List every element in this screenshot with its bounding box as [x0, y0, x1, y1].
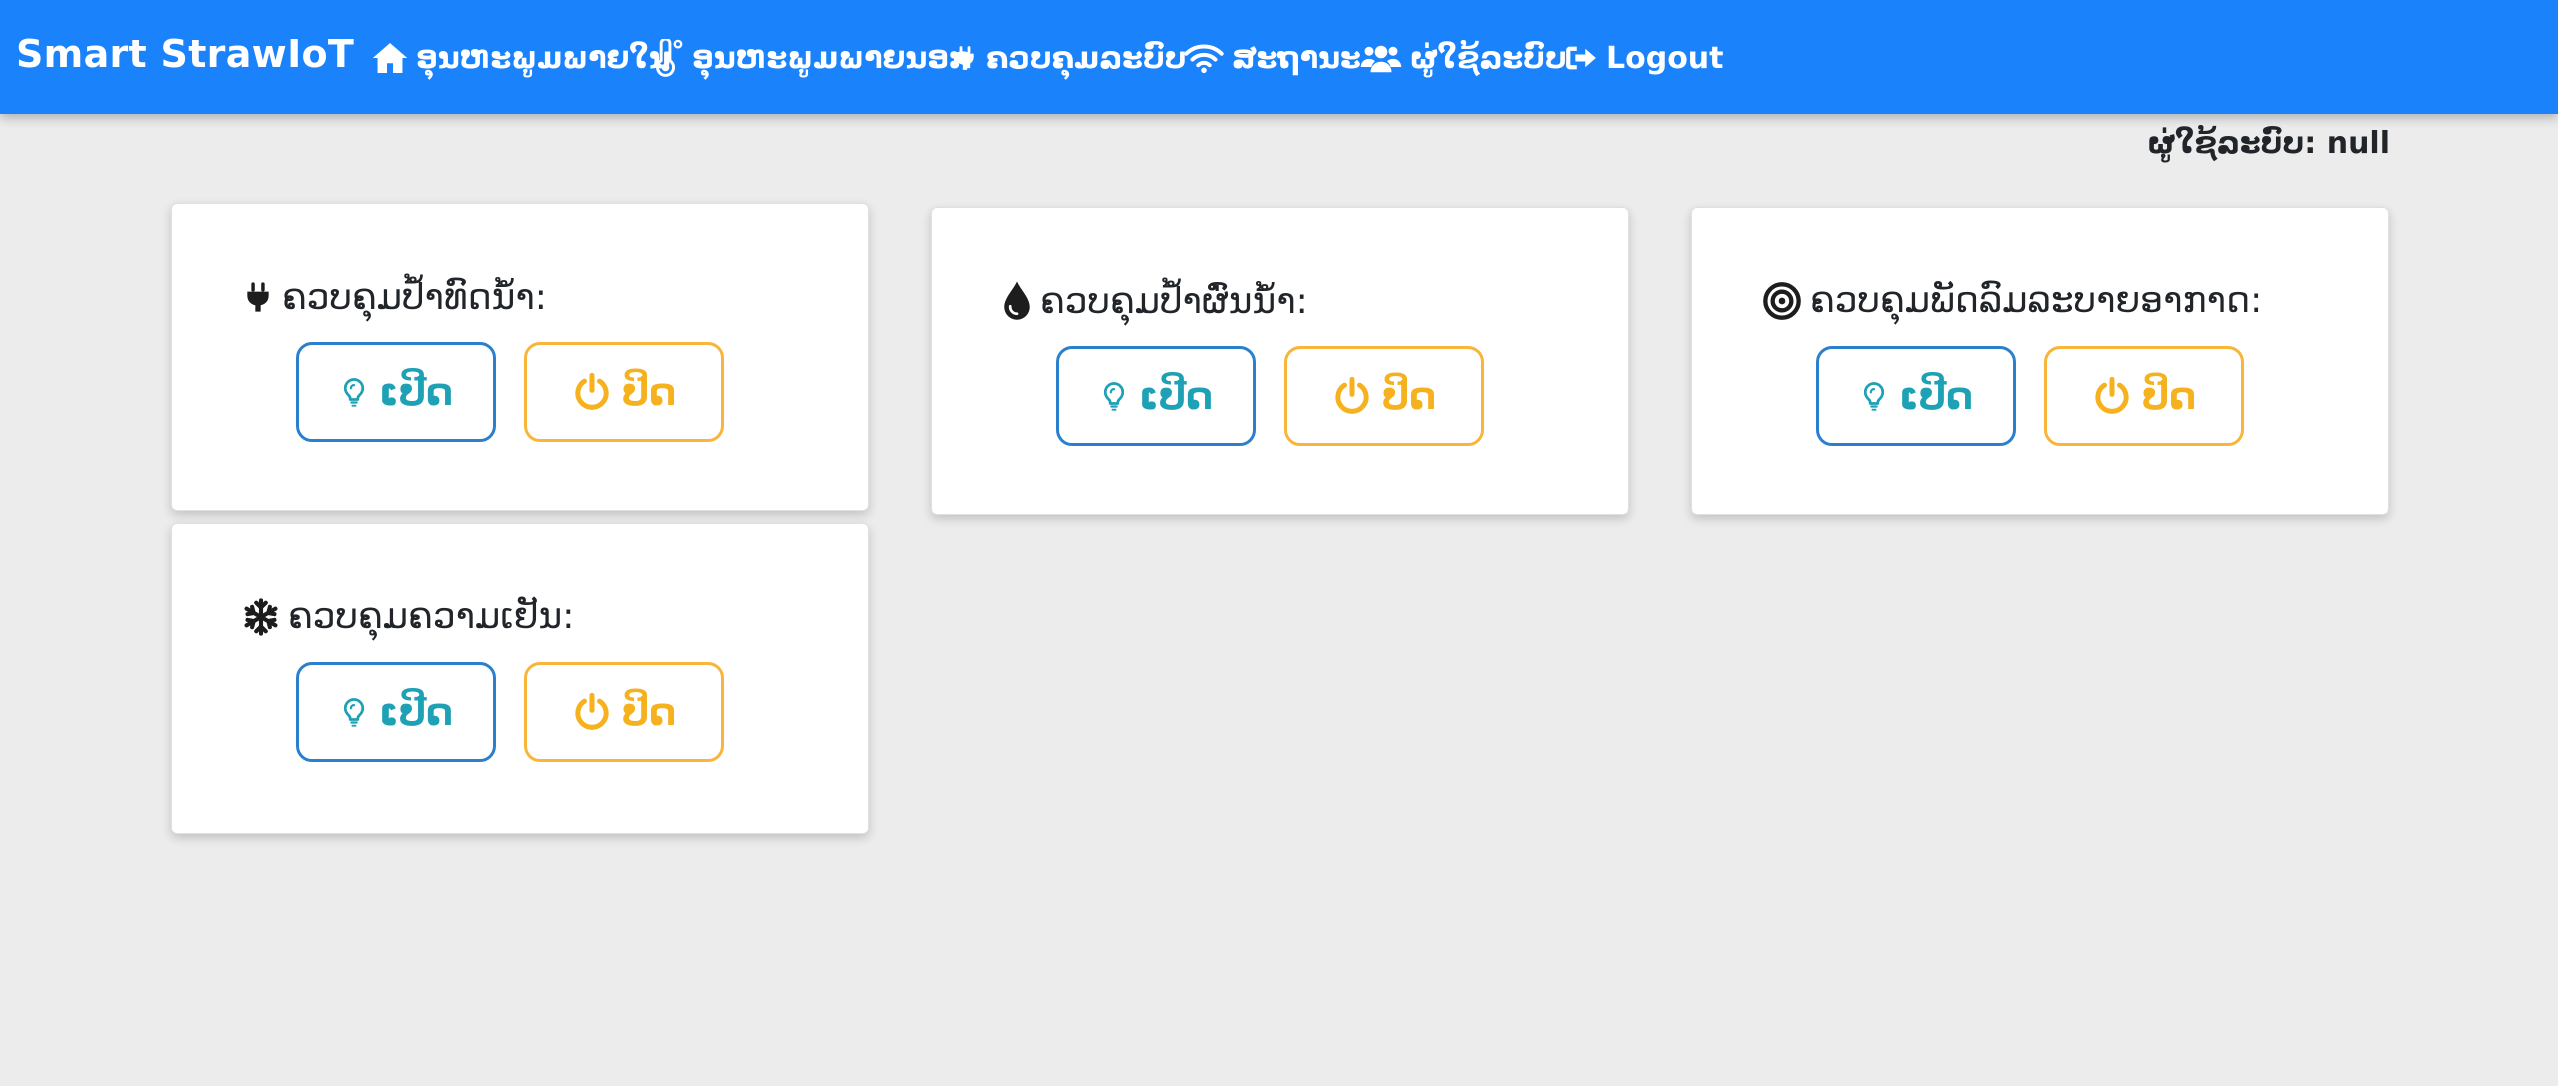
power-icon: [1332, 376, 1372, 416]
power-icon: [572, 692, 612, 732]
home-icon: [372, 43, 408, 73]
lightbulb-icon: [343, 698, 365, 728]
on-button[interactable]: ເປີດ: [1816, 346, 2016, 446]
on-button[interactable]: ເປີດ: [296, 662, 496, 762]
on-button[interactable]: ເປີດ: [1056, 346, 1256, 446]
control-card-cooling: ຄວບຄຸມຄວາມເຢັນ: ເປີດ ປິດ: [171, 523, 869, 834]
nav-item-users[interactable]: ຜູ່ໃຊ້ລະບົບ: [1360, 36, 1567, 80]
card-title-label: ຄວບຄຸມປ້ຳຜົ່ນນ້ຳ:: [1040, 280, 1308, 322]
card-title-label: ຄວບຄຸມຄວາມເຢັນ:: [288, 596, 575, 637]
lightbulb-icon: [343, 378, 365, 408]
nav-item-label: ສະຖານະ: [1232, 40, 1361, 76]
power-icon: [572, 372, 612, 412]
off-button-label: ປິດ: [1381, 374, 1437, 418]
control-card-sprinkler-pump: ຄວບຄຸມປ້ຳຜົ່ນນ້ຳ: ເປີດ ປິດ: [931, 207, 1629, 515]
on-button-label: ເປີດ: [378, 370, 454, 414]
off-button-label: ປິດ: [621, 370, 677, 414]
nav-item-status[interactable]: ສະຖານະ: [1184, 36, 1361, 80]
on-button-label: ເປີດ: [378, 690, 454, 734]
wifi-icon: [1184, 44, 1224, 74]
off-button-label: ປິດ: [2141, 374, 2197, 418]
off-button[interactable]: ປິດ: [2044, 346, 2244, 446]
lightbulb-icon: [1863, 382, 1885, 412]
nav-item-label: ຜູ່ໃຊ້ລະບົບ: [1410, 40, 1567, 76]
off-button[interactable]: ປິດ: [524, 662, 724, 762]
on-button-label: ເປີດ: [1898, 374, 1974, 418]
snowflake-icon: [244, 597, 278, 636]
card-title: ຄວບຄຸມຄວາມເຢັນ:: [242, 596, 574, 637]
nav-item-system-control[interactable]: ຄວບຄຸມລະບົບ: [952, 36, 1187, 80]
nav-item-label: ອຸນຫະພູມພາຍໃນ: [416, 40, 671, 76]
card-title: ຄວບຄຸມປ້ຳທົດນ້ຳ:: [242, 276, 547, 318]
plug-icon: [247, 282, 269, 312]
off-button[interactable]: ປິດ: [1284, 346, 1484, 446]
users-icon: [1360, 45, 1402, 73]
current-user-label: ຜູ່ໃຊ້ລະບົບ: null: [2147, 126, 2390, 161]
card-title: ຄວບຄຸມປ້ຳຜົ່ນນ້ຳ:: [1002, 280, 1308, 322]
off-button[interactable]: ປິດ: [524, 342, 724, 442]
sign-out-icon: [1566, 46, 1596, 70]
off-button-label: ປິດ: [621, 690, 677, 734]
control-card-water-pump: ຄວບຄຸມປ້ຳທົດນ້ຳ: ເປີດ ປິດ: [171, 203, 869, 511]
thermometer-icon: [656, 39, 683, 77]
nav-item-label: ອຸນຫະພູມພາຍນອກ: [692, 40, 973, 76]
on-button[interactable]: ເປີດ: [296, 342, 496, 442]
plug-icon: [956, 46, 974, 70]
nav-item-indoor-temperature[interactable]: ອຸນຫະພູມພາຍໃນ: [372, 36, 671, 80]
navbar: Smart StrawIoT ອຸນຫະພູມພາຍໃນ ອຸນຫະພູມພາຍ…: [0, 0, 2558, 114]
nav-item-outdoor-temperature[interactable]: ອຸນຫະພູມພາຍນອກ: [650, 36, 973, 80]
tint-icon: [1004, 281, 1030, 320]
card-title-label: ຄວບຄຸມປ້ຳທົດນ້ຳ:: [282, 276, 547, 318]
card-title-label: ຄວບຄຸມພັດລົມລະບາຍອາກາດ:: [1810, 280, 2263, 321]
lightbulb-icon: [1103, 382, 1125, 412]
on-button-label: ເປີດ: [1138, 374, 1214, 418]
nav-item-label: ຄວບຄຸມລະບົບ: [986, 40, 1187, 76]
brand-logo-text[interactable]: Smart StrawIoT: [16, 32, 354, 76]
bullseye-icon: [1763, 281, 1801, 320]
nav-item-label: Logout: [1606, 40, 1724, 76]
power-icon: [2092, 376, 2132, 416]
control-card-ventilation-fan: ຄວບຄຸມພັດລົມລະບາຍອາກາດ: ເປີດ ປິດ: [1691, 207, 2389, 515]
nav-item-logout[interactable]: Logout: [1564, 36, 1724, 80]
card-title: ຄວບຄຸມພັດລົມລະບາຍອາກາດ:: [1762, 280, 2262, 321]
